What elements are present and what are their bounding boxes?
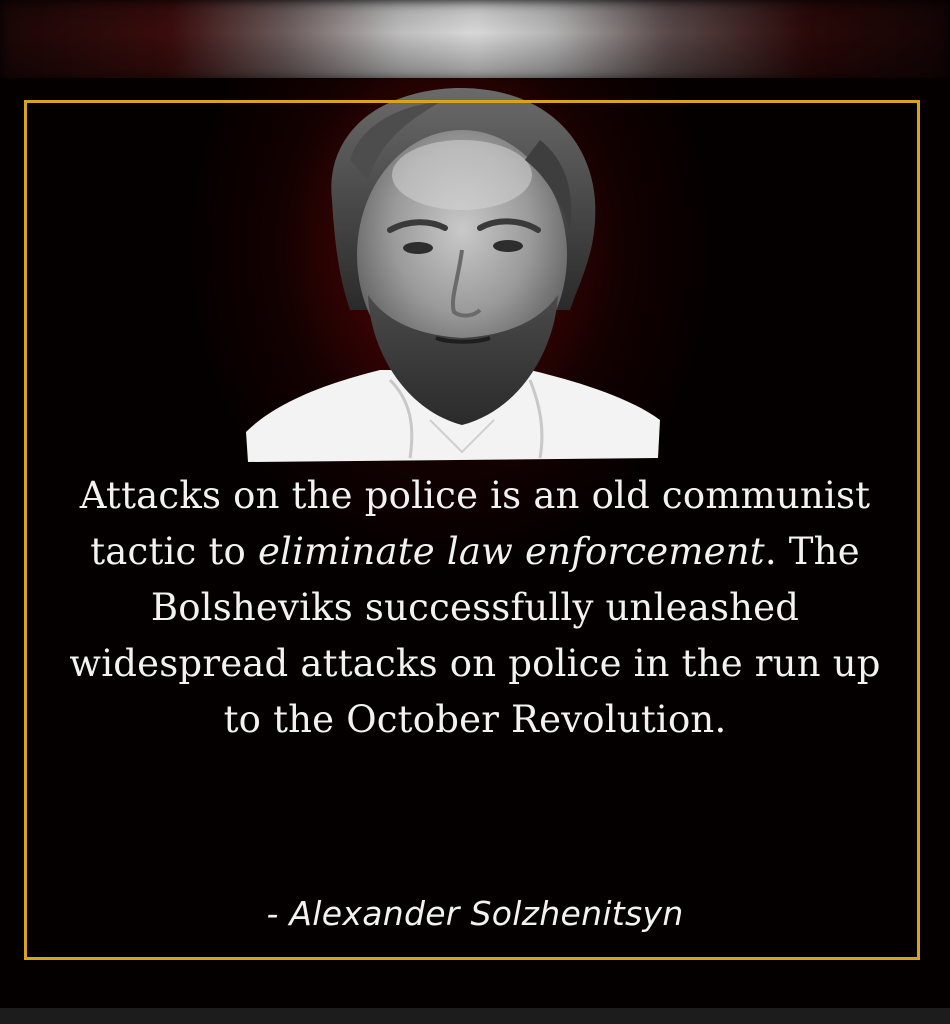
quote-emphasis: eliminate law enforcement — [257, 530, 765, 573]
top-banner-shade — [0, 0, 950, 82]
quote-attribution: - Alexander Solzhenitsyn — [266, 894, 684, 933]
bottom-strip — [0, 1008, 950, 1024]
quote-text: Attacks on the police is an old communis… — [60, 468, 890, 748]
quote-card: Attacks on the police is an old communis… — [0, 0, 950, 1024]
